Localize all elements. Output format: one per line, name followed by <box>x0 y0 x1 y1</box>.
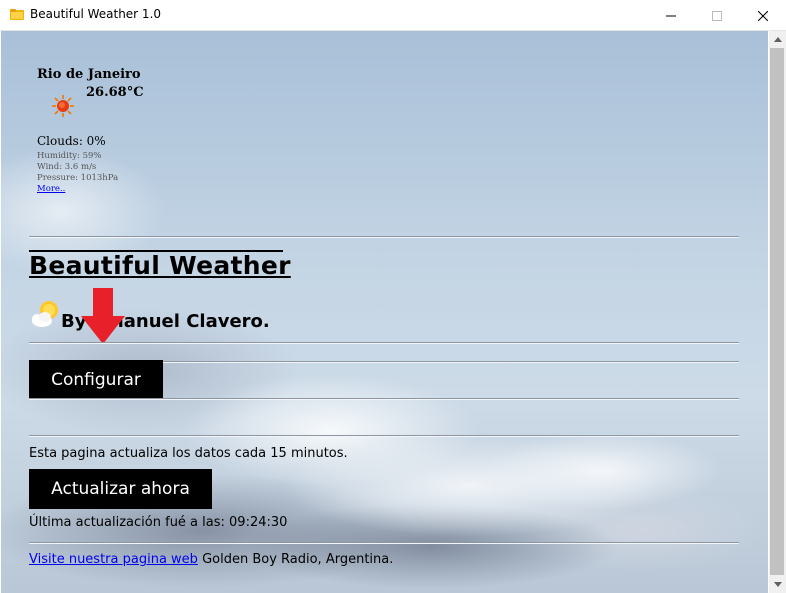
divider <box>29 435 739 437</box>
maximize-icon <box>712 10 722 21</box>
page-title: Beautiful Weather <box>29 251 291 280</box>
divider <box>29 542 739 544</box>
wind-value: Wind: 3.6 m/s <box>37 162 97 172</box>
scroll-thumb[interactable] <box>770 48 784 575</box>
maximize-button[interactable] <box>694 0 740 31</box>
pressure-value: Pressure: 1013hPa <box>37 173 119 183</box>
chevron-down-icon <box>773 582 782 587</box>
scroll-down-button[interactable] <box>769 576 786 593</box>
minimize-button[interactable] <box>648 0 694 31</box>
page-content: Rio de Janeiro 26.68°C Clouds: 0% Humidi… <box>1 31 768 593</box>
partly-cloudy-icon <box>32 301 58 327</box>
divider <box>29 236 739 238</box>
footer-text: Visite nuestra pagina web Golden Boy Rad… <box>29 552 393 567</box>
clouds-value: Clouds: 0% <box>37 134 106 148</box>
city-name: Rio de Janeiro <box>37 67 141 82</box>
minimize-icon <box>666 15 676 16</box>
last-update-text: Última actualización fué a las: 09:24:30 <box>29 515 288 530</box>
close-icon <box>758 10 768 21</box>
folder-weather-icon <box>10 9 24 20</box>
refresh-info: Esta pagina actualiza los datos cada 15 … <box>29 446 348 461</box>
divider <box>29 342 739 344</box>
configure-button[interactable]: Configurar <box>29 360 163 400</box>
title-bar[interactable]: Beautiful Weather 1.0 <box>0 0 786 31</box>
footer-suffix: Golden Boy Radio, Argentina. <box>197 552 394 567</box>
update-now-button[interactable]: Actualizar ahora <box>29 469 212 509</box>
scroll-up-button[interactable] <box>769 31 786 48</box>
website-link[interactable]: Visite nuestra pagina web <box>29 552 198 567</box>
temperature: 26.68°C <box>86 85 144 100</box>
vertical-scrollbar[interactable] <box>769 31 786 593</box>
chevron-up-icon <box>773 37 782 42</box>
window-title: Beautiful Weather 1.0 <box>30 7 162 21</box>
red-down-arrow-icon <box>81 288 125 344</box>
divider <box>29 398 739 400</box>
humidity-value: Humidity: 59% <box>37 151 102 161</box>
close-button[interactable] <box>740 0 786 31</box>
sun-icon <box>52 95 74 117</box>
more-link[interactable]: More.. <box>37 184 65 194</box>
